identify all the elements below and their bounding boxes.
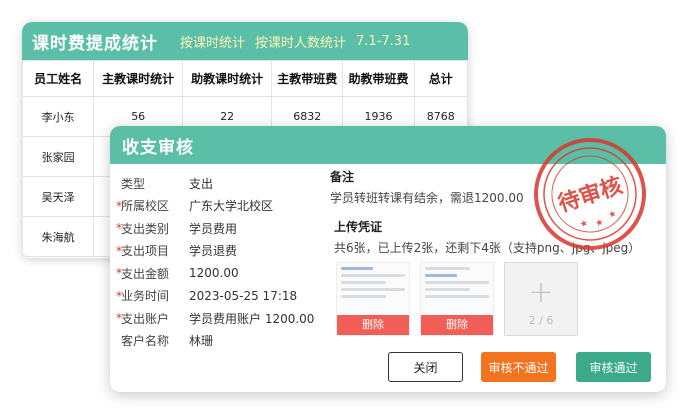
- column-header: 主教带班费: [271, 60, 344, 97]
- field-value: 学员费用账户 1200.00: [189, 311, 315, 326]
- add-voucher-button[interactable]: + 2 / 6: [504, 262, 578, 336]
- commission-title: 课时费提成统计: [32, 33, 158, 54]
- field-campus: * 所属校区 广东大学北校区: [116, 195, 314, 218]
- cell-name: 朱海航: [22, 216, 95, 257]
- column-header: 助教课时统计: [182, 60, 273, 97]
- delete-voucher-button[interactable]: 删除: [421, 315, 493, 335]
- commission-header: 课时费提成统计 按课时统计 按课时人数统计 7.1-7.31: [22, 22, 468, 60]
- field-label: 类型: [121, 176, 146, 191]
- column-header: 主教课时统计: [93, 60, 184, 97]
- cell-name: 李小东: [22, 96, 95, 137]
- field-value: 学员费用: [189, 221, 238, 236]
- svg-text:★: ★: [607, 209, 618, 221]
- field-expense-account: * 支出账户 学员费用账户 1200.00: [116, 307, 314, 330]
- approve-button[interactable]: 审核通过: [576, 352, 651, 382]
- by-students-link[interactable]: 按课时人数统计: [255, 32, 346, 51]
- plus-icon: +: [528, 275, 554, 310]
- cell-name: 吴天泽: [22, 176, 95, 217]
- field-value: 林珊: [189, 334, 214, 349]
- audit-field-list: 类型 支出 * 所属校区 广东大学北校区 * 支出类别 学员费用 * 支出项目 …: [116, 172, 314, 352]
- pending-review-stamp-icon: 待审核 ★ ★ ★: [534, 138, 646, 250]
- table-header-row: 员工姓名 主教课时统计 助教课时统计 主教带班费 助教带班费 总计: [22, 60, 468, 97]
- voucher-thumbnail[interactable]: 删除: [336, 262, 410, 336]
- reject-button[interactable]: 审核不通过: [481, 352, 556, 382]
- delete-voucher-button[interactable]: 删除: [337, 315, 409, 335]
- column-header: 员工姓名: [22, 60, 95, 97]
- column-header: 总计: [413, 60, 468, 97]
- voucher-preview-image: [341, 267, 405, 311]
- audit-dialog: 收支审核 类型 支出 * 所属校区 广东大学北校区 * 支出类别 学员费用 * …: [110, 126, 666, 392]
- field-label: 业务时间: [121, 289, 170, 304]
- field-label: 所属校区: [121, 199, 170, 214]
- field-label: 支出类别: [121, 221, 170, 236]
- column-header: 助教带班费: [342, 60, 415, 97]
- field-expense-category: * 支出类别 学员费用: [116, 217, 314, 240]
- field-label: 支出金额: [121, 266, 170, 281]
- field-label: 支出项目: [121, 244, 170, 259]
- field-value: 2023-05-25 17:18: [189, 288, 298, 303]
- field-expense-item: * 支出项目 学员退费: [116, 240, 314, 263]
- svg-text:★: ★: [594, 217, 605, 229]
- field-label: 支出账户: [121, 311, 170, 326]
- date-range: 7.1-7.31: [356, 33, 411, 49]
- close-button[interactable]: 关闭: [388, 352, 463, 382]
- field-value: 广东大学北校区: [189, 199, 274, 214]
- upload-count: 2 / 6: [528, 314, 554, 327]
- cell-name: 张家园: [22, 136, 95, 177]
- field-expense-amount: * 支出金额 1200.00: [116, 262, 314, 285]
- field-business-time: * 业务时间 2023-05-25 17:18: [116, 285, 314, 308]
- voucher-preview-image: [425, 267, 489, 311]
- field-label: 客户名称: [121, 334, 170, 349]
- svg-text:★: ★: [579, 218, 590, 230]
- field-type: 类型 支出: [116, 172, 314, 195]
- by-lesson-link[interactable]: 按课时统计: [180, 32, 245, 51]
- field-value: 1200.00: [189, 266, 239, 281]
- field-value: 支出: [189, 176, 214, 191]
- voucher-thumbnail[interactable]: 删除: [420, 262, 494, 336]
- voucher-thumbnails: 删除 删除 + 2 / 6: [336, 262, 578, 336]
- field-customer-name: 客户名称 林珊: [116, 330, 314, 353]
- field-value: 学员退费: [189, 244, 238, 259]
